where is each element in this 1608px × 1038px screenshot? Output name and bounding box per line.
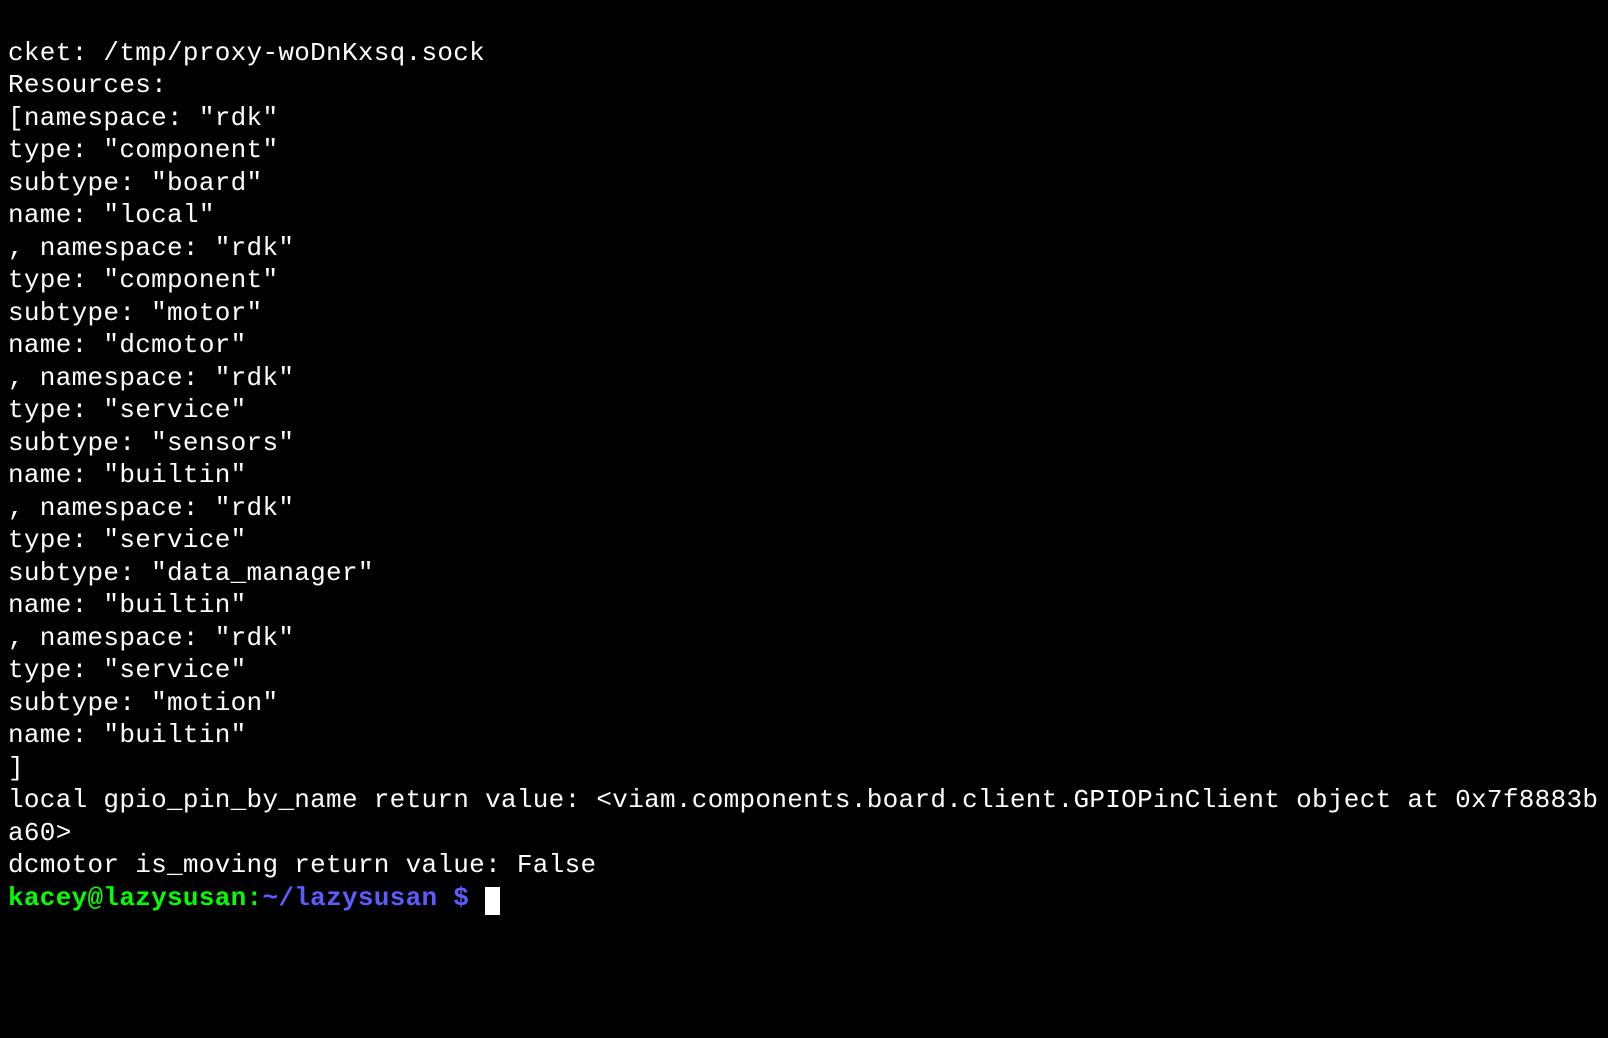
- output-line: type: "service": [8, 525, 247, 555]
- shell-prompt: kacey@lazysusan:~/lazysusan $: [8, 883, 485, 913]
- output-line: type: "component": [8, 265, 278, 295]
- output-line: , namespace: "rdk": [8, 623, 294, 653]
- output-line: subtype: "motion": [8, 688, 278, 718]
- prompt-user-host: kacey@lazysusan: [8, 883, 247, 913]
- output-line: , namespace: "rdk": [8, 363, 294, 393]
- output-line: , namespace: "rdk": [8, 493, 294, 523]
- terminal-window[interactable]: cket: /tmp/proxy-woDnKxsq.sock Resources…: [0, 0, 1608, 918]
- output-line: subtype: "motor": [8, 298, 262, 328]
- output-line: [namespace: "rdk": [8, 103, 278, 133]
- output-line: name: "local": [8, 200, 215, 230]
- output-line: subtype: "data_manager": [8, 558, 374, 588]
- output-line: name: "builtin": [8, 590, 247, 620]
- output-line: , namespace: "rdk": [8, 233, 294, 263]
- output-line: dcmotor is_moving return value: False: [8, 850, 596, 880]
- output-line: ]: [8, 753, 24, 783]
- output-line: Resources:: [8, 70, 167, 100]
- output-line: type: "service": [8, 655, 247, 685]
- output-line: subtype: "board": [8, 168, 262, 198]
- prompt-dollar: $: [437, 883, 485, 913]
- prompt-cwd: ~/lazysusan: [262, 883, 437, 913]
- output-line: type: "component": [8, 135, 278, 165]
- output-line: subtype: "sensors": [8, 428, 294, 458]
- prompt-separator: :: [247, 883, 263, 913]
- output-line: cket: /tmp/proxy-woDnKxsq.sock: [8, 38, 485, 68]
- output-line: local gpio_pin_by_name return value: <vi…: [8, 785, 1598, 848]
- output-line: type: "service": [8, 395, 247, 425]
- output-line: name: "builtin": [8, 720, 247, 750]
- output-line: name: "dcmotor": [8, 330, 247, 360]
- cursor-icon[interactable]: [485, 887, 500, 915]
- output-line: name: "builtin": [8, 460, 247, 490]
